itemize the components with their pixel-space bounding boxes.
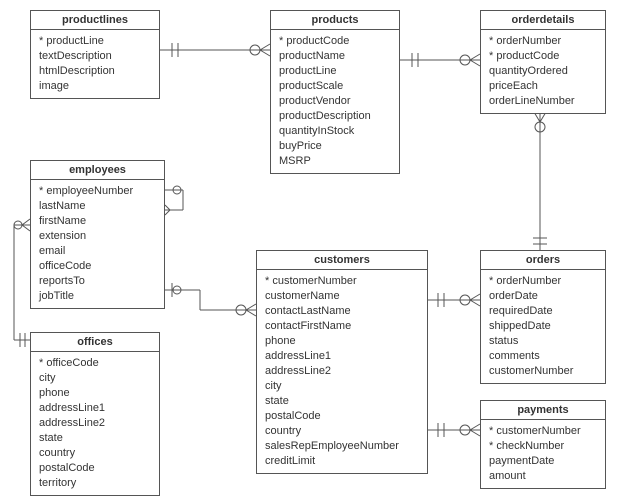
attr: productVendor [279,94,391,109]
entity-body: * officeCode city phone addressLine1 add… [31,352,159,495]
attr: state [265,394,419,409]
attr: postalCode [265,409,419,424]
attr: paymentDate [489,454,597,469]
entity-products: products * productCode productName produ… [270,10,400,174]
attr: shippedDate [489,319,597,334]
entity-body: * productLine textDescription htmlDescri… [31,30,159,98]
attr: customerNumber [489,364,597,379]
entity-employees: employees * employeeNumber lastName firs… [30,160,165,309]
attr: * orderNumber [489,274,597,289]
attr: extension [39,229,156,244]
attr: addressLine2 [39,416,151,431]
entity-body: * productCode productName productLine pr… [271,30,399,173]
attr: * checkNumber [489,439,597,454]
attr: country [265,424,419,439]
attr: salesRepEmployeeNumber [265,439,419,454]
attr: orderDate [489,289,597,304]
attr: lastName [39,199,156,214]
attr: city [265,379,419,394]
entity-body: * orderNumber orderDate requiredDate shi… [481,270,605,383]
attr: country [39,446,151,461]
entity-orderdetails: orderdetails * orderNumber * productCode… [480,10,606,114]
attr: * customerNumber [265,274,419,289]
attr: state [39,431,151,446]
entity-body: * orderNumber * productCode quantityOrde… [481,30,605,113]
attr: contactLastName [265,304,419,319]
attr: addressLine1 [39,401,151,416]
entity-body: * employeeNumber lastName firstName exte… [31,180,164,308]
attr: postalCode [39,461,151,476]
attr: city [39,371,151,386]
attr: phone [265,334,419,349]
attr: orderLineNumber [489,94,597,109]
attr: quantityInStock [279,124,391,139]
attr: addressLine2 [265,364,419,379]
attr: quantityOrdered [489,64,597,79]
entity-title: productlines [31,11,159,30]
attr: buyPrice [279,139,391,154]
attr: status [489,334,597,349]
attr: image [39,79,151,94]
entity-title: products [271,11,399,30]
attr: reportsTo [39,274,156,289]
entity-title: orderdetails [481,11,605,30]
attr: firstName [39,214,156,229]
entity-orders: orders * orderNumber orderDate requiredD… [480,250,606,384]
entity-title: payments [481,401,605,420]
attr: productLine [279,64,391,79]
attr: contactFirstName [265,319,419,334]
attr: * employeeNumber [39,184,156,199]
attr: productDescription [279,109,391,124]
entity-productlines: productlines * productLine textDescripti… [30,10,160,99]
attr: amount [489,469,597,484]
entity-title: orders [481,251,605,270]
entity-title: offices [31,333,159,352]
attr: priceEach [489,79,597,94]
attr: email [39,244,156,259]
attr: * productCode [279,34,391,49]
attr: addressLine1 [265,349,419,364]
attr: * orderNumber [489,34,597,49]
attr: * productCode [489,49,597,64]
attr: productScale [279,79,391,94]
attr: jobTitle [39,289,156,304]
attr: * customerNumber [489,424,597,439]
attr: phone [39,386,151,401]
entity-title: customers [257,251,427,270]
attr: officeCode [39,259,156,274]
entity-offices: offices * officeCode city phone addressL… [30,332,160,496]
attr: customerName [265,289,419,304]
entity-payments: payments * customerNumber * checkNumber … [480,400,606,489]
attr: htmlDescription [39,64,151,79]
attr: textDescription [39,49,151,64]
attr: territory [39,476,151,491]
entity-title: employees [31,161,164,180]
attr: productName [279,49,391,64]
entity-customers: customers * customerNumber customerName … [256,250,428,474]
attr: * officeCode [39,356,151,371]
attr: * productLine [39,34,151,49]
entity-body: * customerNumber * checkNumber paymentDa… [481,420,605,488]
entity-body: * customerNumber customerName contactLas… [257,270,427,473]
attr: creditLimit [265,454,419,469]
attr: MSRP [279,154,391,169]
attr: comments [489,349,597,364]
attr: requiredDate [489,304,597,319]
